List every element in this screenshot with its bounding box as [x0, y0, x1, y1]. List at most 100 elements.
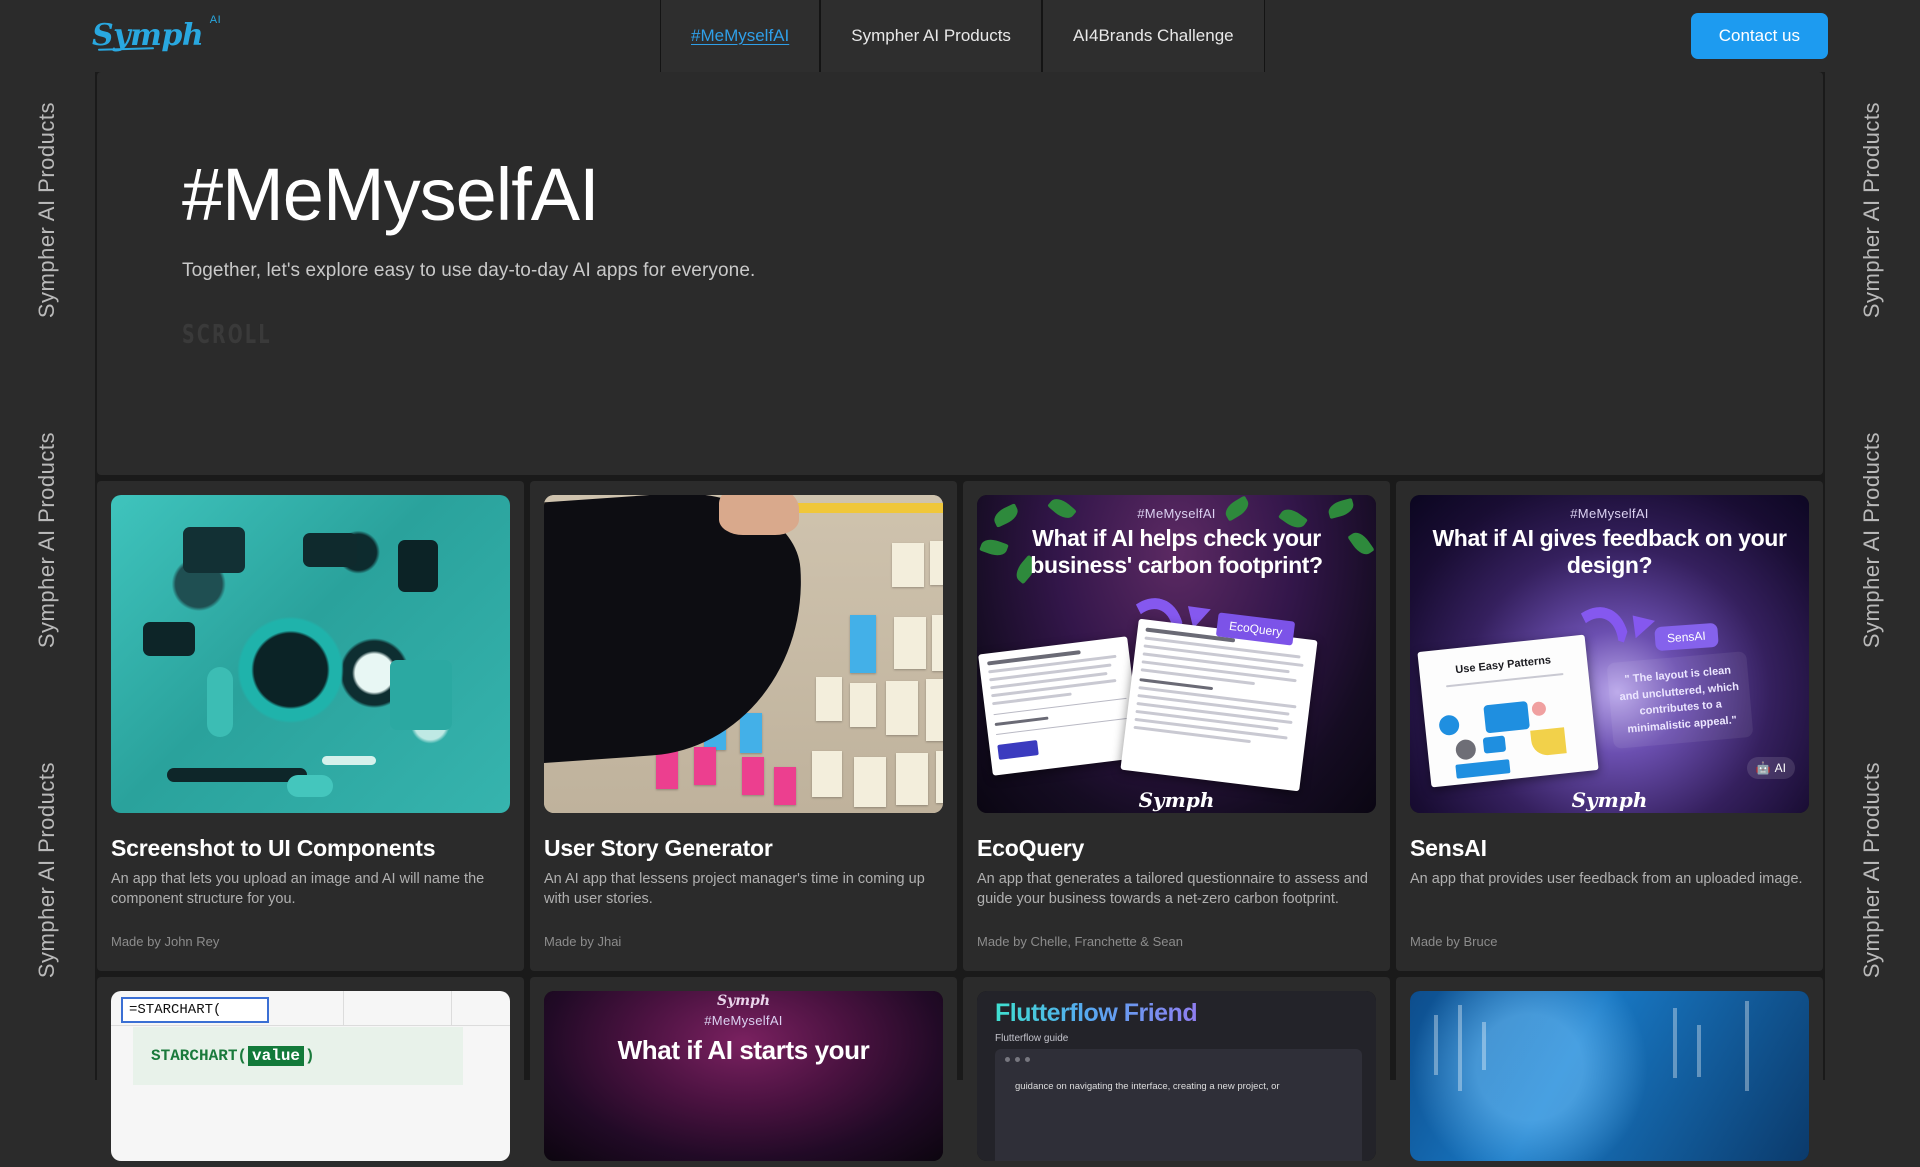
sticky-note: [656, 751, 678, 789]
bot-ai-chip: 🤖 AI: [1746, 757, 1795, 779]
formula-input[interactable]: =STARCHART(: [121, 997, 269, 1023]
decor-block: [1530, 727, 1567, 757]
product-card-starchart[interactable]: =STARCHART( STARCHART(value): [97, 977, 524, 1167]
product-card-flutterflow-friend[interactable]: Flutterflow Friend Flutterflow guide gui…: [963, 977, 1390, 1167]
ai-feedback-quote: " The layout is clean and uncluttered, w…: [1606, 651, 1754, 749]
product-card-purple-promo[interactable]: Symph #MeMyselfAI What if AI starts your: [530, 977, 957, 1167]
brand-logo[interactable]: Symph AI: [0, 0, 660, 72]
card-thumbnail: #MeMyselfAI What if AI gives feedback on…: [1410, 495, 1809, 813]
sticky-note: [886, 681, 918, 735]
decor-chip: [142, 622, 195, 657]
nav-link-ai4brands-challenge[interactable]: AI4Brands Challenge: [1041, 0, 1265, 72]
sticky-note: [850, 683, 876, 727]
bot-chip-label: AI: [1774, 761, 1786, 775]
rail-label-left-2: Sympher AI Products: [33, 432, 59, 649]
sticky-note: [896, 753, 928, 805]
product-card-grid: Screenshot to UI Components An app that …: [96, 481, 1824, 971]
card-title: EcoQuery: [977, 835, 1085, 861]
suggestion-argument: value: [248, 1046, 305, 1066]
card-thumbnail: Flutterflow Friend Flutterflow guide gui…: [977, 991, 1376, 1161]
rail-label-left-1: Sympher AI Products: [33, 102, 59, 319]
blue-tech-illustration: [1410, 991, 1809, 1161]
flutterflow-illustration: Flutterflow Friend Flutterflow guide gui…: [977, 991, 1376, 1161]
submit-button-thumb: [997, 740, 1039, 760]
decor-chip: [390, 660, 453, 731]
card-title: User Story Generator: [544, 835, 773, 861]
sticky-notes-photo-illustration: [544, 495, 943, 813]
sheet-gridline: [451, 991, 452, 1025]
nav-link-sympher-ai-products[interactable]: Sympher AI Products: [820, 0, 1042, 72]
decor-chip: [286, 774, 333, 797]
product-card-screenshot-to-ui[interactable]: Screenshot to UI Components An app that …: [97, 481, 524, 971]
symph-logo[interactable]: Symph AI: [92, 15, 221, 51]
decor-bar: [1673, 1008, 1678, 1078]
flutterflow-subtitle: Flutterflow guide: [995, 1033, 1069, 1044]
rail-label-left-3: Sympher AI Products: [33, 762, 59, 979]
product-card-sensai[interactable]: #MeMyselfAI What if AI gives feedback on…: [1396, 481, 1823, 971]
card-thumbnail: [1410, 991, 1809, 1161]
promo-symph-logo: Symph: [1571, 788, 1648, 812]
sticky-note: [812, 751, 842, 797]
decor-chip: [166, 768, 307, 783]
sticky-note: [740, 713, 762, 753]
card-description: An app that generates a tailored questio…: [977, 871, 1368, 908]
card-description: An app that provides user feedback from …: [1410, 871, 1803, 887]
sticky-note: [892, 543, 924, 587]
spreadsheet-illustration: =STARCHART( STARCHART(value): [111, 991, 510, 1161]
card-author: Made by Bruce: [1410, 934, 1498, 949]
card-author: Made by Jhai: [544, 934, 622, 949]
decor-bar: [1433, 1014, 1438, 1075]
decor-chip: [322, 755, 377, 765]
hero-section: #MeMyselfAI Together, let's explore easy…: [97, 72, 1823, 475]
robot-icon: 🤖: [1755, 761, 1771, 775]
product-card-ecoquery[interactable]: #MeMyselfAI What if AI helps check your …: [963, 481, 1390, 971]
decor-chip: [182, 526, 245, 573]
hero-subtitle: Together, let's explore easy to use day-…: [182, 259, 756, 281]
promo-symph-logo: Symph: [1138, 788, 1215, 812]
decor-circle: [1531, 701, 1547, 717]
formula-autocomplete-suggestion: STARCHART(value): [133, 1027, 463, 1085]
decor-chip: [398, 539, 439, 592]
sticky-note: [932, 615, 943, 671]
promo-symph-logo: Symph: [716, 993, 771, 1009]
scroll-indicator[interactable]: SCROLL: [182, 320, 272, 350]
card-author: Made by John Rey: [111, 934, 220, 949]
rail-label-right-1: Sympher AI Products: [1858, 102, 1884, 319]
decor-bar: [1745, 1001, 1750, 1092]
product-card-blue-tech[interactable]: [1396, 977, 1823, 1167]
decor-chip: [206, 666, 233, 737]
nav-link-memyselfai[interactable]: #MeMyselfAI: [660, 0, 821, 72]
purple-promo-illustration: Symph #MeMyselfAI What if AI starts your: [544, 991, 943, 1161]
left-side-rail: Sympher AI Products Sympher AI Products …: [0, 72, 96, 1080]
promo-headline: What if AI gives feedback on your design…: [1432, 525, 1787, 578]
rail-label-right-3: Sympher AI Products: [1858, 762, 1884, 979]
flutterflow-body-text: guidance on navigating the interface, cr…: [1015, 1081, 1280, 1092]
teal-abstract-ui-illustration: [111, 495, 510, 813]
decor-block: [1483, 700, 1530, 734]
sticky-note: [774, 767, 796, 805]
card-description: An app that lets you upload an image and…: [111, 871, 485, 908]
ecoquery-promo-illustration: #MeMyselfAI What if AI helps check your …: [977, 495, 1376, 813]
sensai-badge: SensAI: [1654, 622, 1719, 652]
right-side-rail: Sympher AI Products Sympher AI Products …: [1824, 72, 1920, 1080]
product-card-user-story-generator[interactable]: User Story Generator An AI app that less…: [530, 481, 957, 971]
decor-bar: [1457, 1004, 1462, 1091]
decor-bar: [1481, 1021, 1486, 1070]
decor-circle: [1454, 738, 1477, 761]
decor-block: [1455, 759, 1511, 779]
person-hand: [719, 495, 799, 535]
form-document-preview: [978, 636, 1142, 776]
decor-chip: [302, 533, 357, 568]
sticky-note: [694, 747, 716, 785]
card-description: An AI app that lessens project manager's…: [544, 871, 925, 908]
card-thumbnail: [111, 495, 510, 813]
suggestion-prefix: STARCHART(: [151, 1047, 248, 1065]
sticky-note: [854, 757, 886, 807]
contact-us-button[interactable]: Contact us: [1690, 13, 1828, 59]
sensai-promo-illustration: #MeMyselfAI What if AI gives feedback on…: [1410, 495, 1809, 813]
promo-hashtag: #MeMyselfAI: [1570, 506, 1649, 521]
card-author: Made by Chelle, Franchette & Sean: [977, 934, 1183, 949]
decor-bar: [1697, 1025, 1702, 1077]
sticky-note: [742, 757, 764, 795]
window-dots-icon: [1005, 1057, 1030, 1062]
